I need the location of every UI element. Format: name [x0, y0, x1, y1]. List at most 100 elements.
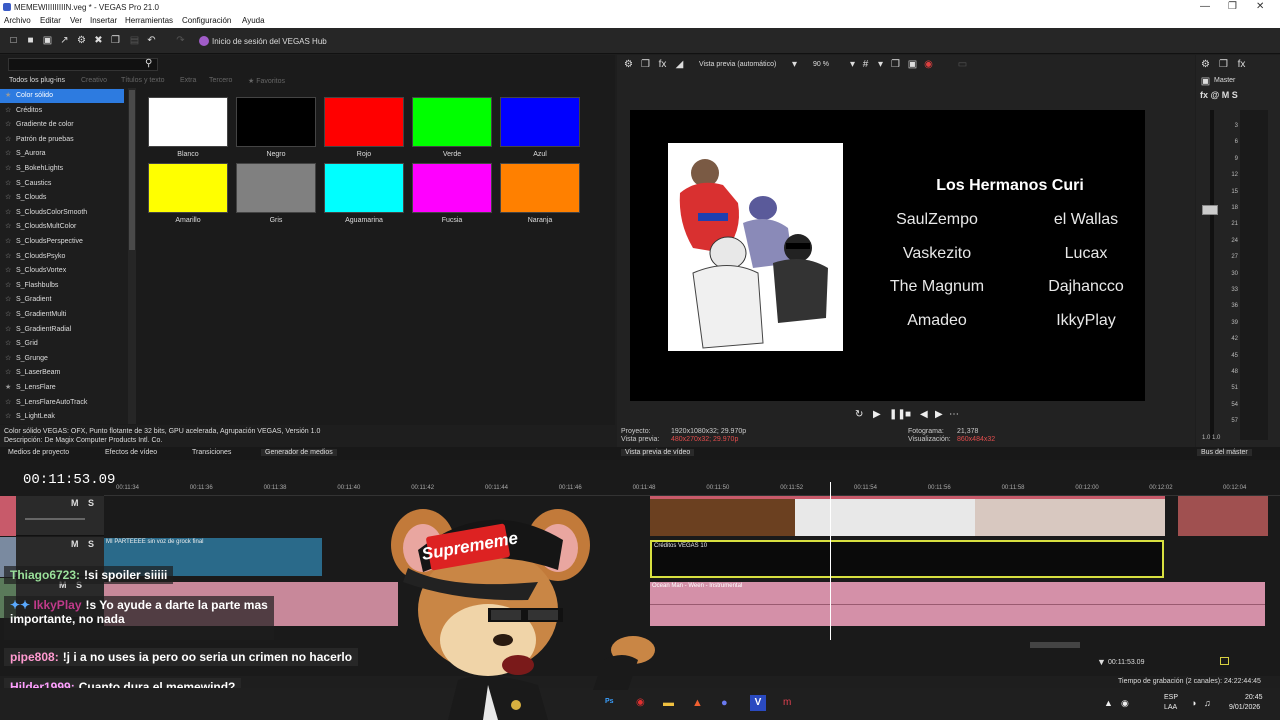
tab-video-fx[interactable]: Efectos de vídeo [105, 449, 157, 456]
save-snapshot-icon[interactable]: ▣ [907, 59, 918, 70]
tab-favorites[interactable]: ★ Favoritos [248, 77, 285, 85]
next-frame-icon[interactable]: ▶ [935, 409, 943, 420]
master-settings-icon[interactable]: ⚙ [1200, 59, 1211, 70]
video-clip-track1[interactable] [650, 496, 1165, 536]
solo-button[interactable]: S [88, 539, 94, 549]
tab-third-party[interactable]: Tercero [209, 77, 232, 84]
settings-icon[interactable]: ⚙ [76, 35, 87, 46]
tab-video-preview[interactable]: Vista previa de vídeo [621, 449, 695, 456]
display-icon[interactable]: ▭ [957, 59, 968, 70]
star-icon[interactable]: ☆ [5, 235, 11, 249]
menu-ayuda[interactable]: Ayuda [242, 16, 265, 25]
color-swatch[interactable] [412, 97, 492, 147]
plugin-item[interactable]: ☆ S_GradientRadial [0, 323, 124, 337]
tab-all-plugins[interactable]: Todos los plug-ins [9, 77, 65, 84]
master-controls[interactable]: fx @ M S [1200, 90, 1238, 100]
plugin-item[interactable]: ☆ Gradiente de color [0, 118, 124, 132]
vegas-taskbar-icon[interactable]: V [750, 695, 766, 711]
open-folder-icon[interactable]: ■ [25, 35, 36, 46]
loop-icon[interactable]: ↻ [855, 409, 863, 420]
color-swatch[interactable] [148, 97, 228, 147]
tray-chevron-icon[interactable]: ▲ [1104, 698, 1113, 708]
plugin-item[interactable]: ☆ Créditos [0, 104, 124, 118]
plugin-item[interactable]: ☆ S_Clouds [0, 191, 124, 205]
paste-icon[interactable]: ▤ [129, 35, 140, 46]
preview-zoom-select[interactable]: 90 % [813, 61, 829, 68]
credits-clip[interactable]: Créditos VEGAS 10 [650, 540, 1164, 578]
new-file-icon[interactable]: □ [8, 35, 19, 46]
star-icon[interactable]: ☆ [5, 366, 11, 380]
playhead[interactable] [830, 482, 831, 640]
prev-frame-icon[interactable]: ◀ [920, 409, 928, 420]
grid-icon[interactable]: # [860, 59, 871, 70]
play-icon[interactable]: ▶ [873, 409, 881, 420]
fx-icon[interactable]: fx [657, 59, 668, 70]
tab-project-media[interactable]: Medios de proyecto [8, 449, 69, 456]
record-icon[interactable]: ◉ [923, 59, 934, 70]
timeline-scrollbar[interactable] [1030, 642, 1080, 648]
color-swatch[interactable] [148, 163, 228, 213]
menu-herramientas[interactable]: Herramientas [125, 16, 173, 25]
plugin-item[interactable]: ☆ S_LaserBeam [0, 366, 124, 380]
mute-button[interactable]: M [71, 498, 79, 508]
solo-button[interactable]: S [88, 498, 94, 508]
plugin-item[interactable]: ☆ S_Grunge [0, 352, 124, 366]
master-fader-knob[interactable] [1202, 205, 1218, 215]
star-icon[interactable]: ☆ [5, 220, 11, 234]
star-icon[interactable]: ☆ [5, 410, 11, 424]
star-icon[interactable]: ☆ [5, 104, 11, 118]
plugin-item[interactable]: ☆ S_CloudsColorSmooth [0, 206, 124, 220]
external-monitor-icon[interactable]: ❐ [640, 59, 651, 70]
menu-insertar[interactable]: Insertar [90, 16, 117, 25]
star-icon[interactable]: ☆ [5, 177, 11, 191]
master-fx-icon[interactable]: fx [1236, 59, 1247, 70]
preview-settings-icon[interactable]: ⚙ [623, 59, 634, 70]
clock-time[interactable]: 20:45 [1245, 694, 1263, 701]
star-icon[interactable]: ☆ [5, 264, 11, 278]
stop-icon[interactable]: ■ [905, 409, 911, 420]
vegas-hub-icon[interactable] [199, 36, 209, 46]
menu-ver[interactable]: Ver [70, 16, 82, 25]
star-icon[interactable]: ☆ [5, 279, 11, 293]
tray-app-icon[interactable]: ◉ [1121, 698, 1129, 709]
plugin-item[interactable]: ☆ S_CloudsVortex [0, 264, 124, 278]
plugin-item[interactable]: ☆ S_Grid [0, 337, 124, 351]
master-external-icon[interactable]: ❐ [1218, 59, 1229, 70]
star-icon[interactable]: ☆ [5, 337, 11, 351]
video-clip-track1-b[interactable] [1178, 496, 1268, 536]
track-header-video1[interactable]: M S [0, 496, 104, 536]
timeline-ruler[interactable]: 00:11:34 00:11:36 00:11:38 00:11:40 00:11:42… [104, 482, 1280, 496]
marker-icon[interactable]: ▼ [1097, 657, 1106, 667]
color-swatch[interactable] [324, 163, 404, 213]
minimize-icon[interactable]: — [1200, 1, 1210, 12]
star-icon[interactable]: ☆ [5, 323, 11, 337]
star-icon[interactable]: ☆ [5, 293, 11, 307]
menu-archivo[interactable]: Archivo [4, 16, 31, 25]
copy-icon[interactable]: ❐ [110, 35, 121, 46]
pause-icon[interactable]: ❚❚ [889, 409, 906, 420]
copy-snapshot-icon[interactable]: ❐ [890, 59, 901, 70]
language-indicator-sub[interactable]: LAA [1164, 704, 1177, 711]
dropdown-chevron-icon[interactable]: ▾ [789, 59, 800, 70]
plugin-item[interactable]: ☆ S_GradientMulti [0, 308, 124, 322]
selection-icon[interactable] [1220, 657, 1229, 665]
star-icon[interactable]: ☆ [5, 396, 11, 410]
more-icon[interactable]: ⋯ [949, 409, 959, 420]
color-swatch[interactable] [412, 163, 492, 213]
plugin-item[interactable]: ☆ S_CloudsPsyko [0, 250, 124, 264]
color-swatch[interactable] [500, 163, 580, 213]
master-fader-track[interactable] [1210, 110, 1214, 440]
tab-extra[interactable]: Extra [180, 77, 196, 84]
file-explorer-icon[interactable]: ▬ [663, 697, 674, 709]
star-icon[interactable]: ☆ [5, 206, 11, 220]
color-swatch[interactable] [500, 97, 580, 147]
tab-master-bus[interactable]: Bus del máster [1197, 449, 1252, 456]
star-icon[interactable]: ☆ [5, 118, 11, 132]
mute-button[interactable]: M [71, 539, 79, 549]
clock-date[interactable]: 9/01/2026 [1229, 704, 1260, 711]
star-icon[interactable]: ☆ [5, 352, 11, 366]
search-icon[interactable]: ⚲ [145, 58, 152, 69]
plugin-list-scrollbar[interactable] [128, 88, 136, 424]
undo-icon[interactable]: ↶ [146, 35, 157, 46]
star-icon[interactable]: ☆ [5, 191, 11, 205]
